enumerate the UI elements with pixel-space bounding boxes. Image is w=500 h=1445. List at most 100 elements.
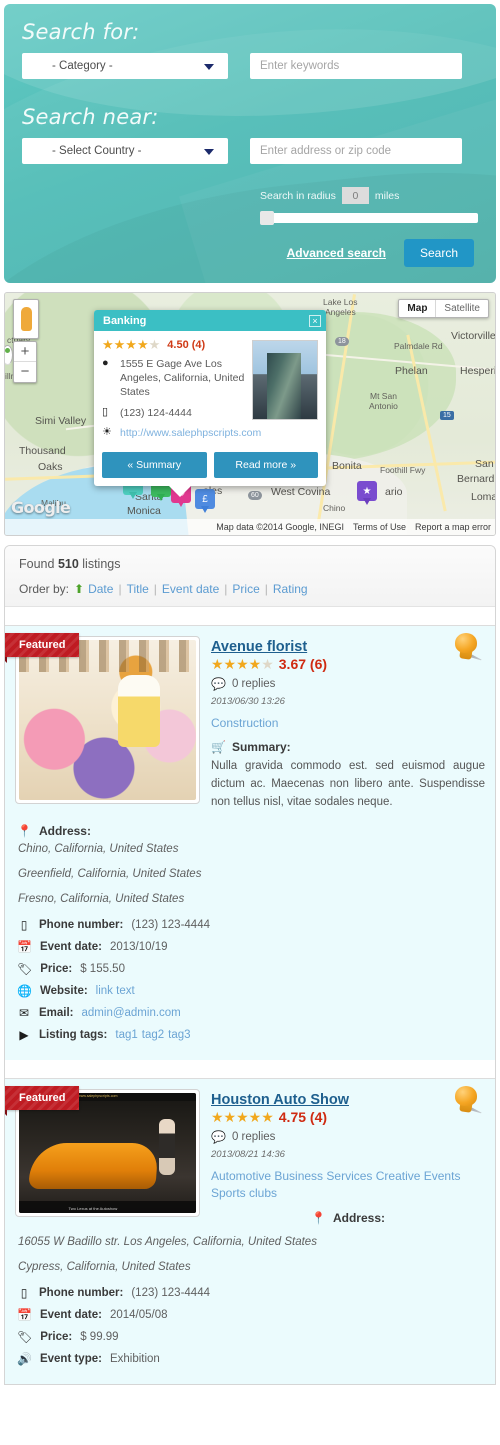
country-select[interactable]: - Select Country - [22, 138, 228, 164]
listing-replies: 💬 0 replies [211, 1130, 485, 1144]
comment-bubble-icon: 💬 [211, 1129, 226, 1144]
order-separator: | [153, 582, 157, 596]
envelope-icon: ✉ [18, 1005, 30, 1020]
phone-icon: ▯ [20, 1285, 28, 1300]
map-terms-link[interactable]: Terms of Use [353, 522, 406, 532]
order-by-rating[interactable]: Rating [273, 582, 308, 596]
order-by-date[interactable]: Date [88, 582, 113, 596]
map-place-label: Angeles [325, 307, 356, 317]
advanced-search-link[interactable]: Advanced search [287, 246, 386, 260]
keywords-input[interactable] [250, 53, 462, 79]
radius-input[interactable] [341, 187, 369, 204]
map-type-control[interactable]: Map Satellite [398, 299, 489, 318]
listing-categories[interactable]: Construction [211, 715, 485, 732]
radius-label: Search in radius [260, 189, 336, 202]
listing-phone-value: (123) 123-4444 [131, 918, 210, 931]
triangle-right-icon: ▶ [19, 1027, 29, 1042]
map-place-label: Victorville [451, 330, 496, 342]
listing-item: Featured Two many 2007 Detroit Auto Show… [5, 1077, 495, 1384]
globe-icon: 🌐 [17, 983, 32, 998]
info-window-thumbnail [252, 340, 318, 420]
search-near-label: Search near: [22, 105, 159, 129]
listing-categories[interactable]: Automotive Business Services Creative Ev… [211, 1168, 485, 1203]
map-attribution-bar: Map data ©2014 Google, INEGI Terms of Us… [5, 519, 495, 535]
price-tag-icon: 🏷 [17, 961, 33, 976]
listing-address: 16055 W Badillo str. Los Angeles, Califo… [18, 1235, 317, 1248]
map-type-satellite[interactable]: Satellite [436, 300, 488, 317]
info-window-readmore-button[interactable]: Read more » [213, 451, 318, 478]
listing-tag[interactable]: tag3 [168, 1029, 190, 1041]
listing-rating-value: 3.67 (6) [278, 656, 328, 672]
address-input[interactable] [250, 138, 462, 164]
info-window-address: 1555 E Gage Ave Los Angeles, California,… [120, 358, 245, 399]
radius-slider-handle[interactable] [260, 211, 274, 225]
map-marker[interactable]: ★ [357, 481, 377, 505]
phone-icon: ▯ [20, 917, 28, 932]
info-window-phone-row: ▯ (123) 124-4444 [102, 406, 262, 420]
listing-phone-row: ▯ Phone number: (123) 123-4444 [17, 1286, 485, 1300]
order-by-title[interactable]: Title [127, 582, 149, 596]
listing-replies-count: 0 replies [231, 1130, 276, 1143]
listing-tags-label: Listing tags: [39, 1028, 108, 1041]
listing-title[interactable]: Avenue florist [211, 639, 307, 655]
zoom-in-button[interactable]: + [14, 342, 36, 362]
order-by-event-date[interactable]: Event date [162, 582, 219, 596]
listing-address: Chino, California, United States [18, 842, 179, 855]
listing-rating-value: 4.75 (4) [278, 1108, 328, 1125]
listing-tag[interactable]: tag2 [142, 1029, 164, 1041]
order-by-label: Order by: [19, 582, 70, 596]
map-marker[interactable]: £ [195, 489, 215, 513]
map-place-label: Antonio [369, 401, 398, 411]
info-window-header: Banking × [94, 310, 326, 331]
radius-slider[interactable] [260, 211, 478, 225]
map-data-attribution: Map data ©2014 Google, INEGI [216, 522, 344, 532]
listing-date: 2013/06/30 13:26 [211, 696, 285, 707]
listing-event-type-label: Event type: [39, 1352, 102, 1365]
listing-website-label: Website: [39, 984, 88, 997]
listing-tag[interactable]: tag1 [115, 1029, 137, 1041]
map-place-label: Phelan [395, 365, 428, 377]
map-place-label: Palmdale Rd [394, 341, 443, 351]
found-prefix: Found [19, 557, 55, 571]
search-button[interactable]: Search [403, 239, 474, 267]
map-info-window: Banking × ★★★★★ 4.50 (4) ● 1555 E Gage A… [94, 310, 326, 497]
map-zoom-controls[interactable]: + − [5, 341, 37, 383]
info-window-website-row: ☀ http://www.salephpscripts.com [102, 426, 262, 440]
listing-event-date-label: Event date: [39, 940, 102, 953]
radius-unit-label: miles [374, 189, 400, 202]
listing-address-header: 📍 Address: [17, 824, 485, 838]
category-select[interactable]: - Category - [22, 53, 228, 79]
map-place-label: West Covina [271, 486, 331, 498]
found-count: 510 [57, 557, 79, 571]
map-type-map[interactable]: Map [399, 300, 437, 317]
close-icon[interactable]: × [309, 314, 321, 327]
order-by-price[interactable]: Price [232, 582, 259, 596]
map-place-label: Thousand [19, 445, 66, 457]
listing-email-link[interactable]: admin@admin.com [82, 1007, 181, 1019]
results-panel: Found 510 listings Order by: ⬆ Date | Titl… [4, 545, 496, 1385]
speaker-icon: 🔊 [17, 1351, 32, 1366]
calendar-icon: 📅 [17, 939, 32, 954]
map-place-label: San [475, 458, 494, 470]
listing-price-label: Price: [40, 1330, 73, 1343]
star-rating-icon: ★★★★★ [102, 337, 161, 352]
info-window-summary-button[interactable]: « Summary [102, 451, 207, 478]
info-window-address-row: ● 1555 E Gage Ave Los Angeles, Californi… [102, 357, 262, 400]
map-container[interactable]: Lake Los Angeles Palmdale Rd Victorville Phe… [4, 292, 496, 536]
map-report-error-link[interactable]: Report a map error [415, 522, 491, 532]
map-route-shield: 18 [335, 337, 349, 346]
radius-control: Search in radius miles [260, 187, 478, 225]
pegman-street-view-icon[interactable] [13, 299, 39, 339]
listing-thumbnail[interactable] [15, 636, 200, 804]
listing-title[interactable]: Houston Auto Show [211, 1092, 349, 1108]
sort-ascending-icon[interactable]: ⬆ [74, 583, 84, 595]
listing-website-link[interactable]: link text [96, 985, 135, 997]
map-interstate-shield: 15 [440, 411, 454, 420]
info-window-website-link[interactable]: http://www.salephpscripts.com [120, 426, 261, 440]
results-header: Found 510 listings Order by: ⬆ Date | Titl… [5, 546, 495, 607]
map-route-shield: 60 [248, 491, 262, 500]
zoom-out-button[interactable]: − [14, 362, 36, 382]
info-window-title: Banking [103, 314, 147, 327]
map-place-label: Mt San [370, 391, 397, 401]
google-logo: Google [11, 498, 71, 517]
